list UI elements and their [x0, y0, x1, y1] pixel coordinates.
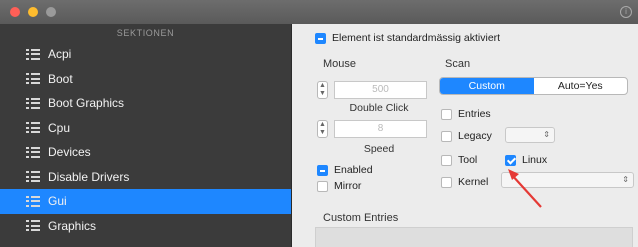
close-button[interactable] — [10, 7, 20, 17]
scan-tool-checkbox[interactable] — [441, 154, 452, 166]
mouse-section-title: Mouse — [323, 58, 357, 70]
scan-legacy-row[interactable]: Legacy — [441, 130, 492, 142]
sidebar-item-label: Disable Drivers — [48, 169, 130, 184]
list-icon — [26, 48, 40, 60]
sidebar-item-boot-graphics[interactable]: Boot Graphics — [0, 91, 291, 116]
scan-mode-segmented-control[interactable]: Custom Auto=Yes — [439, 77, 628, 95]
scan-legacy-popup[interactable]: ⇕ — [505, 127, 555, 143]
sidebar-item-devices[interactable]: Devices — [0, 140, 291, 165]
default-enabled-row[interactable]: Element ist standardmässig aktiviert — [315, 32, 500, 44]
sidebar-header: SEKTIONEN — [116, 28, 175, 38]
sidebar-item-label: Cpu — [48, 120, 71, 135]
sidebar-item-disable-drivers[interactable]: Disable Drivers — [0, 165, 291, 190]
default-enabled-checkbox[interactable] — [315, 32, 326, 44]
sidebar-item-graphics[interactable]: Graphics — [0, 214, 291, 239]
scan-entries-checkbox[interactable] — [441, 108, 452, 120]
scan-kernel-row[interactable]: Kernel — [441, 176, 488, 188]
sidebar-item-label: Devices — [48, 145, 91, 160]
sidebar-item-label: Boot — [48, 71, 73, 86]
list-icon — [26, 97, 40, 109]
list-icon — [26, 146, 40, 158]
scan-legacy-label: Legacy — [458, 130, 492, 142]
speed-stepper[interactable]: ▲ ▼ — [317, 120, 328, 138]
double-click-label: Double Click — [349, 102, 409, 114]
sidebar-item-label: Graphics — [48, 218, 97, 233]
custom-entries-list[interactable] — [315, 227, 633, 247]
scan-tool-row[interactable]: Tool — [441, 154, 477, 166]
sidebar-item-label: Boot Graphics — [48, 96, 125, 111]
default-enabled-label: Element ist standardmässig aktiviert — [332, 32, 501, 44]
list-icon — [26, 195, 40, 207]
list-icon — [26, 73, 40, 85]
scan-entries-row[interactable]: Entries — [441, 108, 491, 120]
zoom-button[interactable] — [46, 7, 56, 17]
custom-entries-title: Custom Entries — [323, 212, 399, 224]
mouse-mirror-label: Mirror — [334, 180, 362, 192]
scan-legacy-checkbox[interactable] — [441, 130, 452, 142]
sidebar-item-label: Gui — [48, 194, 67, 209]
list-icon — [26, 220, 40, 232]
mouse-enabled-checkbox[interactable] — [317, 164, 328, 176]
mouse-mirror-checkbox[interactable] — [317, 180, 328, 192]
mouse-enabled-row[interactable]: Enabled — [317, 164, 373, 176]
list-icon — [26, 122, 40, 134]
title-bar: i — [0, 0, 638, 24]
scan-kernel-checkbox[interactable] — [441, 176, 452, 188]
sidebar-item-acpi[interactable]: Acpi — [0, 42, 291, 67]
scan-kernel-label: Kernel — [458, 176, 489, 188]
sidebar-item-label: Acpi — [48, 47, 72, 62]
sidebar-item-cpu[interactable]: Cpu — [0, 116, 291, 141]
speed-label: Speed — [363, 143, 395, 155]
double-click-field[interactable]: 500 — [334, 81, 427, 99]
mouse-mirror-row[interactable]: Mirror — [317, 180, 361, 192]
scan-section-title: Scan — [445, 58, 471, 70]
updown-chevron-icon: ⇕ — [622, 175, 629, 184]
app-window: i SEKTIONEN Acpi Boot Boot Graphics Cpu Devi… — [0, 0, 638, 247]
updown-chevron-icon: ⇕ — [543, 130, 550, 139]
scan-entries-label: Entries — [458, 108, 491, 120]
minimize-button[interactable] — [28, 7, 38, 17]
double-click-stepper[interactable]: ▲ ▼ — [317, 81, 328, 99]
info-icon[interactable]: i — [620, 6, 632, 18]
main-content: Element ist standardmässig aktiviert Mou… — [293, 24, 638, 247]
sidebar-list: Acpi Boot Boot Graphics Cpu Devices Disable D… — [0, 42, 291, 238]
sidebar-item-boot[interactable]: Boot — [0, 67, 291, 92]
scan-custom-segment[interactable]: Custom — [440, 78, 534, 94]
list-icon — [26, 171, 40, 183]
annotation-arrow-icon — [508, 169, 542, 208]
scan-auto-segment[interactable]: Auto=Yes — [534, 78, 628, 94]
speed-field[interactable]: 8 — [334, 120, 427, 138]
sidebar-item-gui[interactable]: Gui — [0, 189, 291, 214]
mouse-enabled-label: Enabled — [334, 164, 373, 176]
sidebar: SEKTIONEN Acpi Boot Boot Graphics Cpu Device… — [0, 24, 292, 247]
scan-tool-label: Tool — [458, 154, 478, 166]
